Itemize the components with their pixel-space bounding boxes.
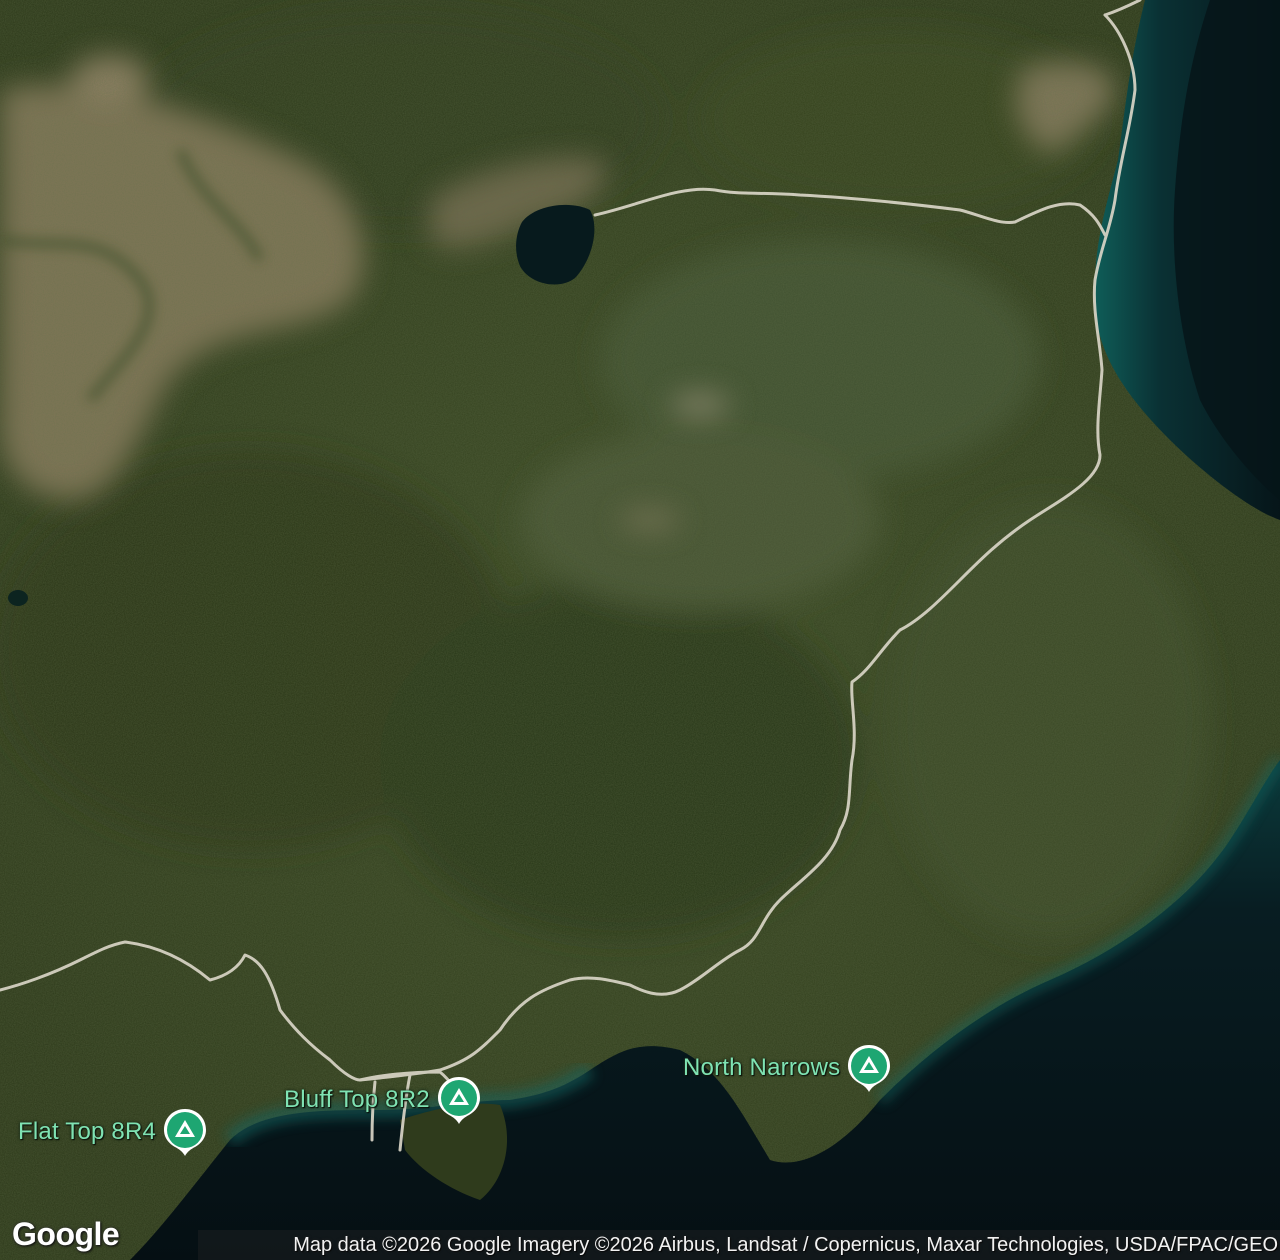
map-canvas[interactable]: Flat Top 8R4 Bluff Top 8R2 North Narrows… (0, 0, 1280, 1260)
campsite-pin-bluff-top[interactable]: Bluff Top 8R2 (284, 1074, 482, 1126)
google-logo: Google (12, 1216, 120, 1252)
campsite-label: Bluff Top 8R2 (284, 1086, 430, 1113)
campsite-label: Flat Top 8R4 (18, 1118, 157, 1145)
campsite-pin-flat-top[interactable]: Flat Top 8R4 (18, 1106, 208, 1158)
campground-icon (437, 1077, 480, 1124)
campsite-pin-north-narrows[interactable]: North Narrows (683, 1042, 892, 1094)
satellite-imagery[interactable] (0, 0, 1280, 1260)
map-attribution[interactable]: Map data ©2026 Google Imagery ©2026 Airb… (196, 1230, 1280, 1260)
campground-icon (848, 1045, 891, 1092)
campground-icon (164, 1109, 207, 1156)
campsite-label: North Narrows (683, 1054, 841, 1081)
